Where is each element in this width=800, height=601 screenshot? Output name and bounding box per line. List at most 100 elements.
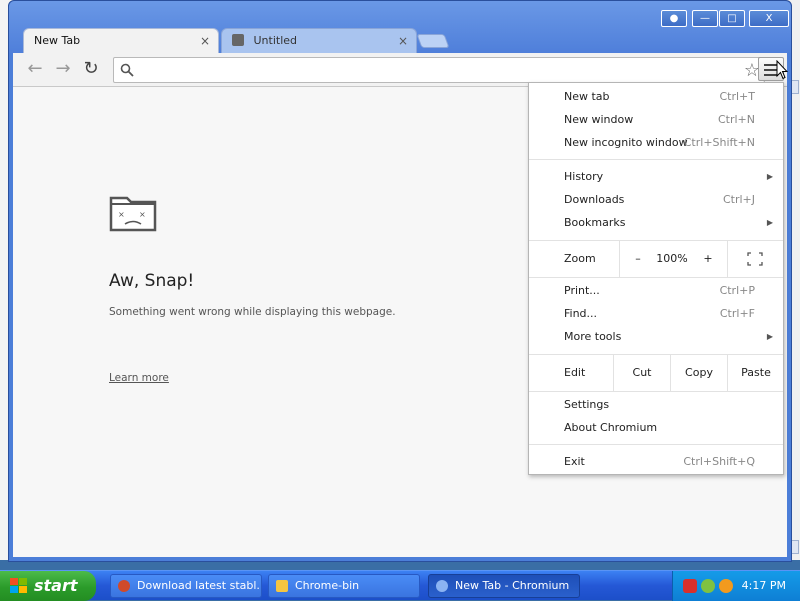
globe-icon (118, 580, 130, 592)
forward-button[interactable]: → (51, 58, 75, 80)
tab-new-tab[interactable]: New Tab × (23, 28, 219, 53)
menu-separator (529, 277, 783, 278)
taskbar-button-download[interactable]: Download latest stabl... (110, 574, 262, 598)
menu-item-history[interactable]: History ▶ (529, 166, 783, 188)
zoom-in-button[interactable]: + (697, 241, 719, 277)
error-message: Something went wrong while displaying th… (109, 306, 396, 318)
tab-label: New Tab (34, 34, 81, 47)
submenu-arrow-icon: ▶ (766, 218, 773, 227)
zoom-out-button[interactable]: – (627, 241, 649, 277)
submenu-arrow-icon: ▶ (766, 332, 773, 341)
menu-item-exit[interactable]: Exit Ctrl+Shift+Q (529, 451, 783, 473)
menu-item-label: About Chromium (564, 421, 658, 434)
menu-item-shortcut: Ctrl+J (722, 193, 755, 206)
zoom-label: Zoom (564, 252, 596, 265)
error-title: Aw, Snap! (109, 271, 195, 291)
security-shield-icon[interactable] (683, 579, 697, 593)
taskbar: start Download latest stabl... Chrome-bi… (0, 570, 800, 601)
search-icon (120, 63, 134, 77)
menu-item-new-incognito-window[interactable]: New incognito window Ctrl+Shift+N (529, 132, 783, 154)
menu-item-label: Exit (564, 455, 585, 468)
menu-separator (529, 391, 783, 392)
taskbar-button-new-tab-chromium[interactable]: New Tab - Chromium (428, 574, 580, 598)
chromium-icon (436, 580, 448, 592)
menu-item-find[interactable]: Find... Ctrl+F (529, 303, 783, 325)
network-icon[interactable] (701, 579, 715, 593)
tab-close-icon[interactable]: × (200, 29, 210, 53)
zoom-row: Zoom – 100% + (529, 241, 783, 277)
back-button[interactable]: ← (23, 58, 47, 80)
taskbar-button-label: Download latest stabl... (137, 579, 262, 592)
menu-item-settings[interactable]: Settings (529, 394, 783, 416)
folder-icon (276, 580, 288, 592)
tab-close-icon[interactable]: × (398, 29, 408, 53)
menu-item-label: New window (564, 113, 634, 126)
tab-untitled[interactable]: Untitled × (221, 28, 417, 53)
menu-item-shortcut: Ctrl+N (717, 113, 755, 126)
menu-item-label: Find... (564, 307, 598, 320)
menu-item-label: New tab (564, 90, 610, 103)
forward-arrow-icon: → (55, 58, 71, 79)
maximize-button[interactable]: □ (719, 10, 745, 27)
system-tray: 4:17 PM (672, 571, 800, 601)
reload-button[interactable]: ↻ (79, 58, 103, 80)
menu-item-label: History (564, 170, 604, 183)
start-button[interactable]: start (0, 571, 96, 601)
close-button[interactable]: X (749, 10, 789, 27)
menu-item-label: Bookmarks (564, 216, 626, 229)
cut-button[interactable]: Cut (614, 355, 670, 391)
minimize-button[interactable]: — (692, 10, 718, 27)
menu-separator (619, 241, 620, 277)
fullscreen-icon[interactable] (747, 252, 763, 266)
windows-logo-icon (10, 578, 27, 593)
menu-item-shortcut: Ctrl+Shift+Q (683, 455, 755, 468)
copy-button[interactable]: Copy (671, 355, 727, 391)
menu-item-more-tools[interactable]: More tools ▶ (529, 326, 783, 348)
svg-text:×: × (118, 210, 125, 219)
menu-item-about-chromium[interactable]: About Chromium (529, 417, 783, 439)
sad-tab-icon: × × (109, 196, 157, 232)
paste-button[interactable]: Paste (728, 355, 784, 391)
menu-item-label: More tools (564, 330, 622, 343)
menu-item-label: Settings (564, 398, 610, 411)
svg-text:×: × (139, 210, 146, 219)
minimize-icon: — (700, 13, 710, 24)
edit-row: Edit Cut Copy Paste (529, 355, 783, 391)
menu-separator (529, 159, 783, 160)
menu-item-shortcut: Ctrl+Shift+N (683, 136, 755, 149)
menu-item-new-window[interactable]: New window Ctrl+N (529, 109, 783, 131)
submenu-arrow-icon: ▶ (766, 172, 773, 181)
omnibox[interactable]: ☆ (113, 57, 765, 83)
maximize-icon: □ (727, 13, 737, 24)
address-input[interactable] (140, 60, 730, 80)
menu-item-shortcut: Ctrl+T (719, 90, 755, 103)
menu-item-label: Print... (564, 284, 600, 297)
menu-item-print[interactable]: Print... Ctrl+P (529, 280, 783, 302)
edit-label: Edit (564, 366, 586, 379)
menu-item-new-tab[interactable]: New tab Ctrl+T (529, 86, 783, 108)
zoom-level: 100% (656, 252, 688, 265)
taskbar-button-chrome-bin[interactable]: Chrome-bin (268, 574, 420, 598)
tab-label: Untitled (253, 34, 298, 47)
menu-item-bookmarks[interactable]: Bookmarks ▶ (529, 212, 783, 234)
mouse-cursor-icon (776, 60, 788, 80)
learn-more-link[interactable]: Learn more (109, 372, 169, 384)
close-icon: X (765, 13, 773, 24)
new-tab-button[interactable] (416, 34, 450, 48)
user-icon: ● (669, 13, 679, 24)
menu-separator (727, 241, 728, 277)
clock[interactable]: 4:17 PM (742, 571, 786, 601)
menu-item-label: New incognito window (564, 136, 688, 149)
back-arrow-icon: ← (27, 58, 43, 79)
taskbar-button-label: New Tab - Chromium (455, 579, 570, 592)
search-tray-icon[interactable] (719, 579, 733, 593)
page-favicon-icon (232, 34, 244, 46)
menu-item-label: Downloads (564, 193, 625, 206)
menu-item-shortcut: Ctrl+F (719, 307, 755, 320)
menu-item-downloads[interactable]: Downloads Ctrl+J (529, 189, 783, 211)
taskbar-button-label: Chrome-bin (295, 579, 360, 592)
profile-button[interactable]: ● (661, 10, 687, 27)
menu-separator (529, 444, 783, 445)
start-label: start (34, 576, 78, 595)
chrome-menu: New tab Ctrl+T New window Ctrl+N New inc… (528, 82, 784, 475)
